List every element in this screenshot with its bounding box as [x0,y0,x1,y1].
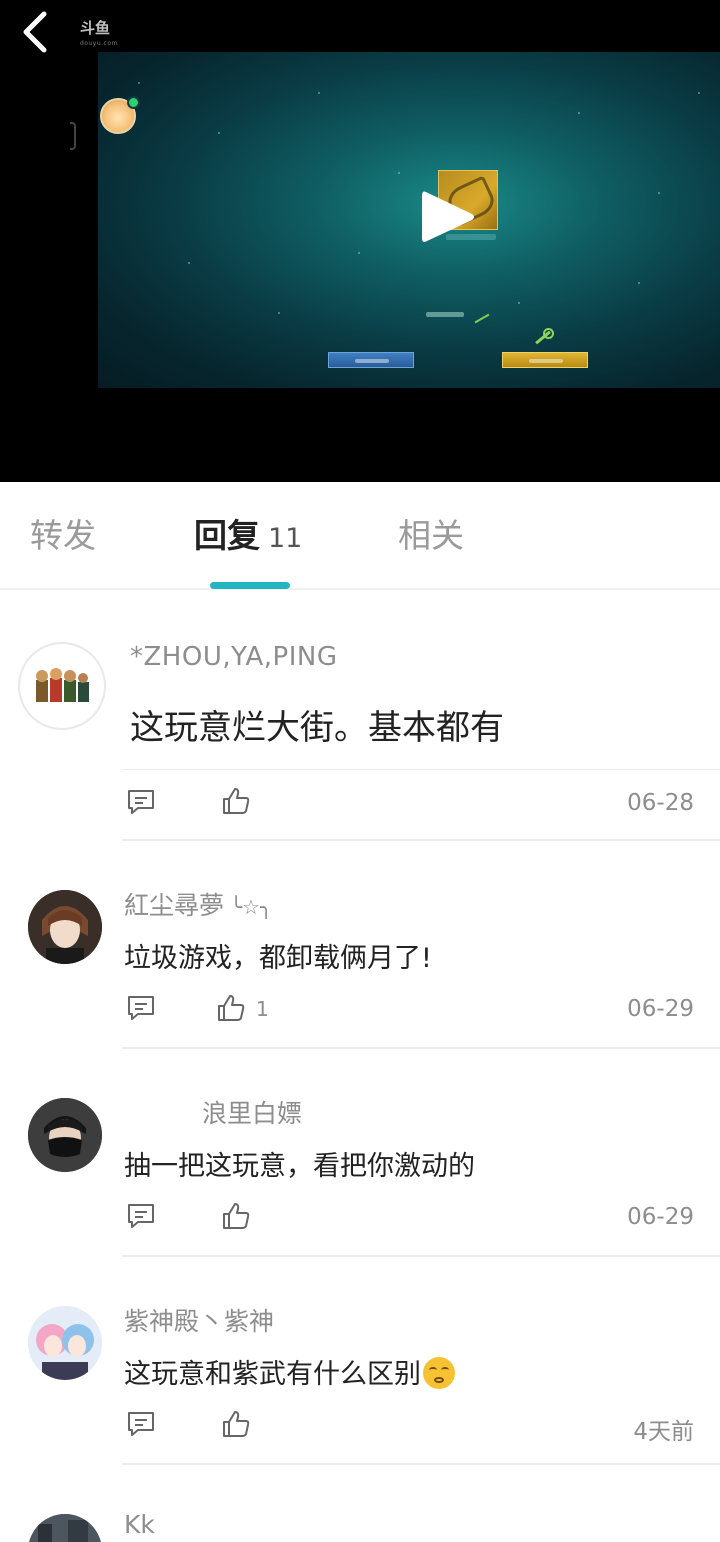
comment-icon[interactable] [126,1202,156,1230]
video-player[interactable]: 斗鱼 douyu.com [0,0,720,482]
comment-item: 紅尘尋夢 ╰☆╮ 垃圾游戏，都卸载俩月了! 1 06-29 [0,842,720,1050]
divider [122,1255,720,1257]
thumbs-up-icon[interactable] [221,786,251,816]
comment-icon[interactable] [126,1410,156,1438]
streamer-avatar [100,96,140,134]
thumbs-up-icon[interactable] [221,1409,251,1439]
divider [122,1463,720,1465]
comment-item: Kk [0,1466,720,1542]
online-badge [127,96,140,109]
key-icon [532,328,554,348]
comment-date: 06-29 [627,1204,694,1230]
comment-item: *ZHOU,YA,PING 这玩意烂大街。基本都有 06-28 [0,592,720,842]
side-handle [70,122,76,150]
back-button[interactable] [14,8,58,56]
comment-username[interactable]: 紅尘尋夢 ╰☆╮ [124,886,272,922]
divider [122,1047,720,1049]
in-game-retry-button [502,352,588,368]
divider [122,769,720,770]
play-icon [422,191,474,242]
like-count: 1 [256,997,269,1021]
comment-icon[interactable] [126,994,156,1022]
comment-date: 06-28 [627,790,694,816]
avatar[interactable] [28,890,102,964]
thumbs-up-icon[interactable] [216,993,246,1023]
comment-username[interactable]: 浪里白嫖 [202,1094,302,1130]
douyu-watermark: 斗鱼 douyu.com [80,19,118,47]
thumbs-up-icon[interactable] [221,1201,251,1231]
play-button[interactable] [418,186,478,248]
avatar[interactable] [18,642,106,730]
video-frame [98,52,720,388]
key-count-row [426,306,496,324]
avatar[interactable] [28,1514,102,1542]
tab-related[interactable]: 相关 [398,516,464,556]
comment-text: 这玩意和紫武有什么区别 [124,1352,455,1391]
comment-date: 06-29 [627,996,694,1022]
comment-username[interactable]: 紫神殿丶紫神 [124,1302,274,1338]
avatar[interactable] [28,1306,102,1380]
comment-icon[interactable] [126,788,156,816]
chevron-left-icon [23,11,47,53]
comment-item: 浪里白嫖 抽一把这玩意，看把你激动的 06-29 [0,1050,720,1258]
divider [122,839,720,841]
reply-count: 11 [268,523,303,554]
comment-username[interactable]: Kk [124,1510,155,1539]
tab-forward[interactable]: 转发 [30,516,96,556]
comment-date: 4天前 [633,1419,694,1445]
comment-item: 紫神殿丶紫神 这玩意和紫武有什么区别 4天前 [0,1258,720,1466]
tab-bar: 转发 回复 11 相关 [0,482,720,590]
in-game-confirm-button [328,352,414,368]
comment-text: 这玩意烂大街。基本都有 [130,708,504,748]
comment-username[interactable]: *ZHOU,YA,PING [130,642,337,672]
active-tab-indicator [210,582,290,589]
yawning-face-icon [423,1357,455,1389]
comment-text: 垃圾游戏，都卸载俩月了! [124,943,432,974]
tab-replies[interactable]: 回复 11 [194,516,302,559]
comment-text: 抽一把这玩意，看把你激动的 [124,1151,475,1182]
username-decoration: ╰☆╮ [230,895,273,919]
avatar[interactable] [28,1098,102,1172]
